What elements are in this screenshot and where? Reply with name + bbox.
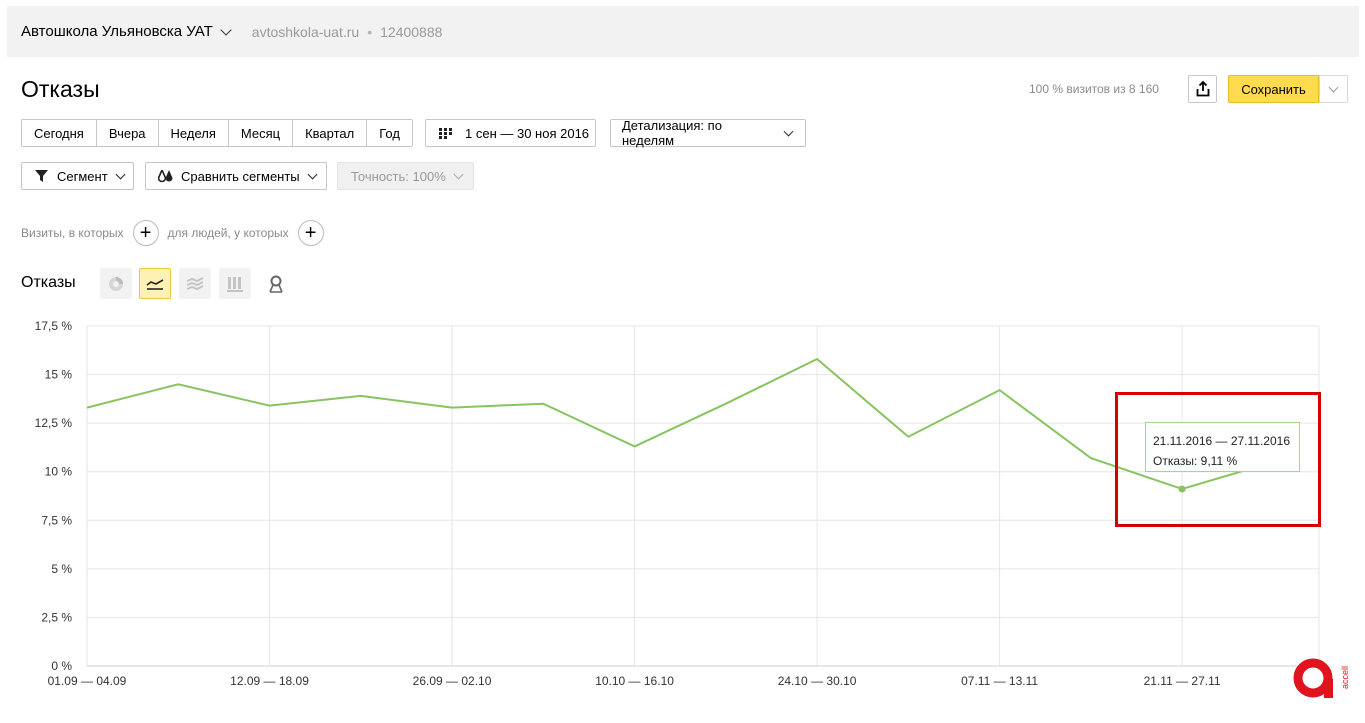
y-tick-label: 5 %	[51, 562, 72, 576]
chevron-down-icon	[115, 169, 126, 180]
top-bar: Автошкола Ульяновска УАТ avtoshkola-uat.…	[7, 6, 1359, 57]
chevron-down-icon[interactable]	[220, 24, 232, 36]
y-tick-label: 10 %	[45, 465, 73, 479]
highlight-annotation	[1115, 392, 1321, 527]
bar-chart-icon	[227, 276, 243, 292]
period-button[interactable]: Вчера	[97, 120, 159, 146]
chart-type-bar[interactable]	[219, 268, 251, 299]
period-button[interactable]: Год	[367, 120, 412, 146]
line-chart-icon	[146, 278, 164, 290]
series-line	[86, 357, 1274, 491]
chevron-down-icon	[1328, 82, 1339, 93]
segment-button[interactable]: Сегмент	[21, 162, 134, 190]
add-people-condition-button[interactable]: +	[297, 220, 324, 246]
visits-condition-label: Визиты, в которых	[21, 226, 124, 240]
plus-icon: +	[139, 221, 152, 244]
site-domain: avtoshkola-uat.ru	[251, 23, 360, 40]
x-tick-label: 21.11 — 27.11	[1144, 674, 1221, 688]
date-range-label: 1 сен — 30 ноя 2016	[465, 125, 590, 141]
chart-type-map[interactable]	[262, 270, 290, 298]
chevron-down-icon	[307, 169, 318, 180]
period-selector: Сегодня Вчера Неделя Месяц Квартал Год	[21, 119, 413, 147]
y-tick-label: 2,5 %	[41, 610, 72, 624]
x-tick-label: 01.09 — 04.09	[48, 674, 127, 688]
chart-type-pie[interactable]	[100, 268, 132, 299]
counter-id: 12400888	[380, 23, 443, 40]
save-button[interactable]: Сохранить	[1228, 75, 1319, 103]
page-title: Отказы	[21, 76, 100, 102]
detail-dropdown[interactable]: Детализация: по неделям	[610, 118, 806, 148]
x-tick-label: 24.10 — 30.10	[778, 674, 857, 688]
x-tick-label: 07.11 — 13.11	[961, 674, 1038, 688]
chart-type-area[interactable]	[179, 268, 211, 299]
plus-icon: +	[304, 221, 317, 244]
people-condition-label: для людей, у которых	[167, 226, 289, 240]
map-icon	[269, 275, 283, 293]
line-chart: 0 % 2,5 % 5 % 7,5 % 10 % 12,5 % 15 % 17,5 % 01.…	[35, 319, 1320, 688]
y-tick-label: 12,5 %	[35, 416, 73, 430]
x-tick-label: 26.09 — 02.10	[413, 674, 492, 688]
compare-label: Сравнить сегменты	[181, 168, 300, 184]
chevron-down-icon	[453, 169, 464, 180]
filter-icon	[35, 170, 48, 182]
accuracy-label: Точность: 100%	[351, 168, 446, 184]
date-range-button[interactable]: 1 сен — 30 ноя 2016	[425, 119, 596, 147]
compare-icon	[158, 169, 173, 182]
y-tick-label: 17,5 %	[35, 319, 73, 333]
save-options-button[interactable]	[1319, 75, 1348, 103]
segment-conditions: Визиты, в которых + для людей, у которых…	[21, 220, 333, 246]
y-tick-label: 0 %	[51, 659, 72, 673]
period-button[interactable]: Неделя	[159, 120, 229, 146]
chart-type-line[interactable]	[139, 268, 171, 299]
segment-label: Сегмент	[57, 168, 108, 184]
accuracy-dropdown[interactable]: Точность: 100%	[337, 162, 474, 190]
x-tick-label: 10.10 — 16.10	[595, 674, 674, 688]
logo-text: accell	[1340, 666, 1349, 689]
separator-dot: •	[367, 23, 373, 40]
period-button[interactable]: Месяц	[229, 120, 294, 146]
pie-chart-icon	[109, 276, 123, 291]
calendar-icon	[439, 127, 452, 139]
export-button[interactable]	[1188, 75, 1217, 103]
share-icon	[1196, 81, 1209, 97]
visits-info: 100 % визитов из 8 160	[1029, 82, 1159, 96]
add-visit-condition-button[interactable]: +	[132, 220, 159, 246]
period-button[interactable]: Сегодня	[22, 120, 97, 146]
chart-title: Отказы	[21, 274, 76, 291]
y-tick-label: 15 %	[45, 368, 73, 382]
y-tick-label: 7,5 %	[41, 513, 72, 527]
detail-label: Детализация: по неделям	[622, 118, 722, 148]
x-tick-label: 12.09 — 18.09	[230, 674, 309, 688]
period-button[interactable]: Квартал	[293, 120, 368, 146]
chevron-down-icon	[783, 126, 794, 137]
area-chart-icon	[186, 276, 204, 290]
compare-segments-button[interactable]: Сравнить сегменты	[145, 162, 327, 190]
accell-logo: accell	[1293, 658, 1349, 698]
site-selector[interactable]: Автошкола Ульяновска УАТ	[21, 23, 213, 40]
